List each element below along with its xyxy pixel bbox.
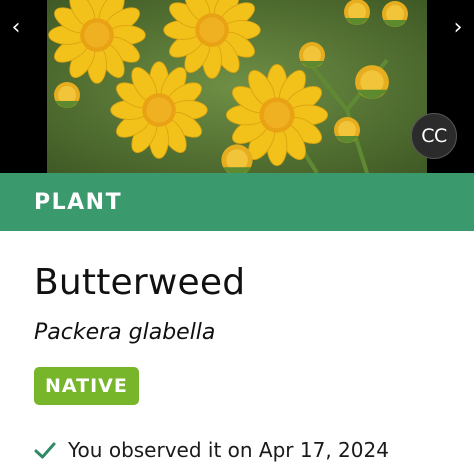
previous-photo-button[interactable]: ‹ bbox=[2, 14, 30, 42]
species-photo-carousel[interactable]: ‹ › CC bbox=[0, 0, 474, 173]
license-badge-label: CC bbox=[421, 125, 447, 147]
species-common-name: Butterweed bbox=[34, 262, 246, 303]
license-badge[interactable]: CC bbox=[411, 113, 457, 159]
species-scientific-name: Packera glabella bbox=[34, 320, 216, 345]
species-photo[interactable] bbox=[47, 0, 427, 173]
observation-status: You observed it on Apr 17, 2024 bbox=[34, 438, 389, 462]
check-icon bbox=[34, 442, 56, 459]
category-banner: PLANT bbox=[0, 173, 474, 231]
native-status-label: NATIVE bbox=[45, 375, 128, 397]
category-label: PLANT bbox=[34, 189, 123, 215]
next-photo-button[interactable]: › bbox=[444, 14, 472, 42]
observation-text: You observed it on Apr 17, 2024 bbox=[68, 438, 389, 462]
chevron-right-icon: › bbox=[453, 15, 463, 40]
chevron-left-icon: ‹ bbox=[11, 15, 21, 40]
native-status-badge: NATIVE bbox=[34, 367, 139, 405]
